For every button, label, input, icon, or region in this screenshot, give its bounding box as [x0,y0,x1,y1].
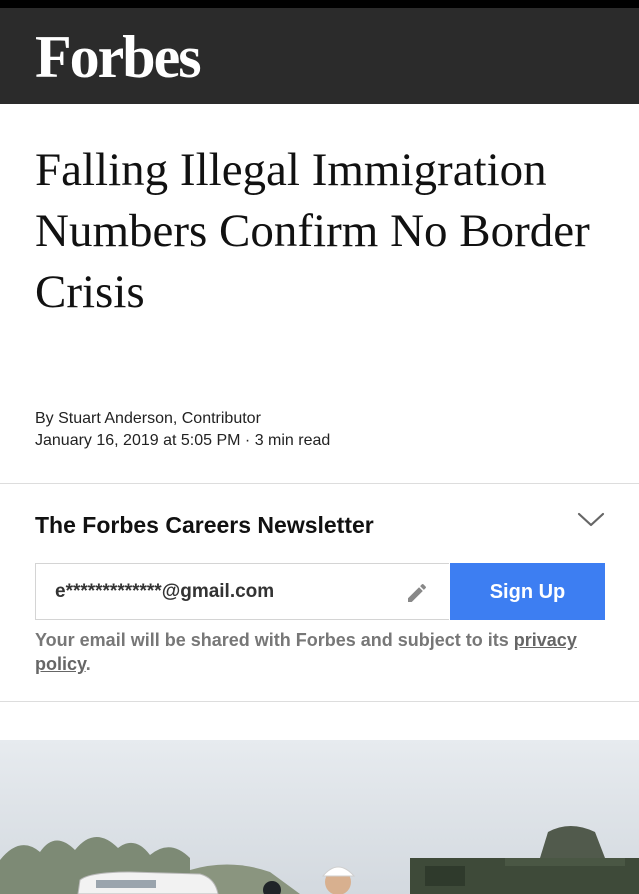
header: Forbes [0,8,639,104]
email-value: e*************@gmail.com [55,581,275,602]
divider-bottom [0,701,639,702]
email-field[interactable]: e*************@gmail.com [35,563,449,620]
article-photo[interactable] [0,740,639,894]
signup-button[interactable]: Sign Up [450,563,605,620]
disclaimer-period: . [85,654,91,674]
article-meta: January 16, 2019 at 5:05 PM · 3 min read [35,430,330,451]
disclaimer-text: Your email will be shared with Forbes an… [35,630,509,650]
article-date: January 16, 2019 at 5:05 PM [35,432,241,449]
pencil-icon[interactable] [405,581,429,605]
meta-separator: · [244,432,251,449]
article-headline: Falling Illegal Immigration Numbers Conf… [35,144,590,318]
forbes-logo[interactable]: Forbes [35,24,202,90]
top-bar: Forbes [0,0,639,104]
divider-top [0,483,639,484]
read-time: 3 min read [254,432,331,449]
article-byline[interactable]: By Stuart Anderson, Contributor [35,408,261,429]
chevron-down-icon[interactable] [576,510,606,530]
newsletter-title: The Forbes Careers Newsletter [35,512,374,538]
newsletter-disclaimer: Your email will be shared with Forbes an… [35,628,615,676]
